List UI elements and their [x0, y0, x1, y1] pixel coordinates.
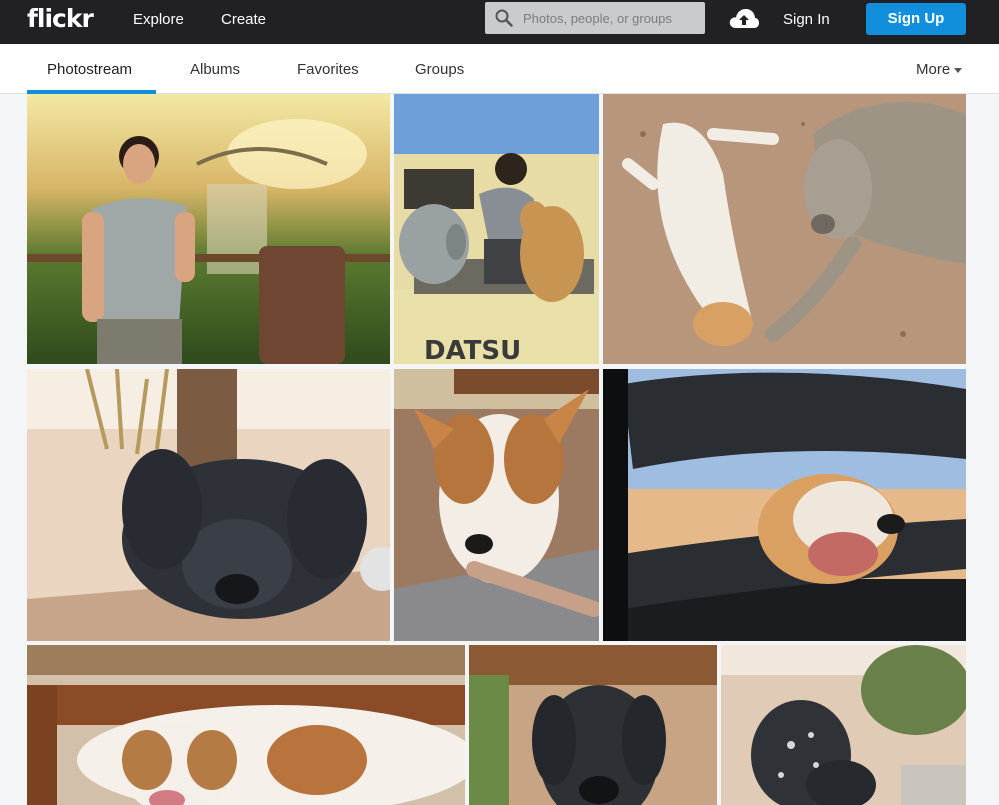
flickr-logo[interactable]: flickr: [27, 4, 94, 33]
tab-favorites[interactable]: Favorites: [297, 61, 359, 78]
photo-black-dog-resting[interactable]: [27, 369, 390, 641]
photo-spotted-dog[interactable]: [721, 645, 966, 805]
photo-man-at-waterfall[interactable]: [27, 94, 390, 364]
tab-photostream[interactable]: Photostream: [47, 61, 132, 78]
more-label: More: [916, 61, 951, 78]
photo-dog-in-vehicle-window[interactable]: [603, 369, 966, 641]
profile-subnav: Photostream Albums Favorites Groups More: [0, 44, 999, 94]
search-icon: [495, 9, 513, 27]
photo-dog-under-bench[interactable]: [27, 645, 465, 805]
sign-up-button[interactable]: Sign Up: [866, 3, 966, 35]
photo-black-puppy-face[interactable]: [469, 645, 717, 805]
caret-down-icon: [954, 67, 963, 73]
sign-in-link[interactable]: Sign In: [783, 11, 830, 28]
photo-tan-white-dog-chewing[interactable]: [394, 369, 599, 641]
cloud-upload-icon[interactable]: [728, 6, 760, 30]
search-box[interactable]: Photos, people, or groups: [485, 2, 705, 34]
svg-text:DATSU: DATSU: [424, 336, 521, 364]
tab-groups[interactable]: Groups: [415, 61, 464, 78]
photo-man-with-dogs-in-truck[interactable]: DATSU: [394, 94, 599, 364]
search-input[interactable]: Photos, people, or groups: [523, 11, 672, 26]
more-menu[interactable]: More: [916, 61, 963, 78]
tab-albums[interactable]: Albums: [190, 61, 240, 78]
nav-explore[interactable]: Explore: [133, 11, 184, 28]
nav-create[interactable]: Create: [221, 11, 266, 28]
top-navigation-bar: flickr Explore Create Photos, people, or…: [0, 0, 999, 44]
photo-dogs-lying-on-ground[interactable]: [603, 94, 966, 364]
